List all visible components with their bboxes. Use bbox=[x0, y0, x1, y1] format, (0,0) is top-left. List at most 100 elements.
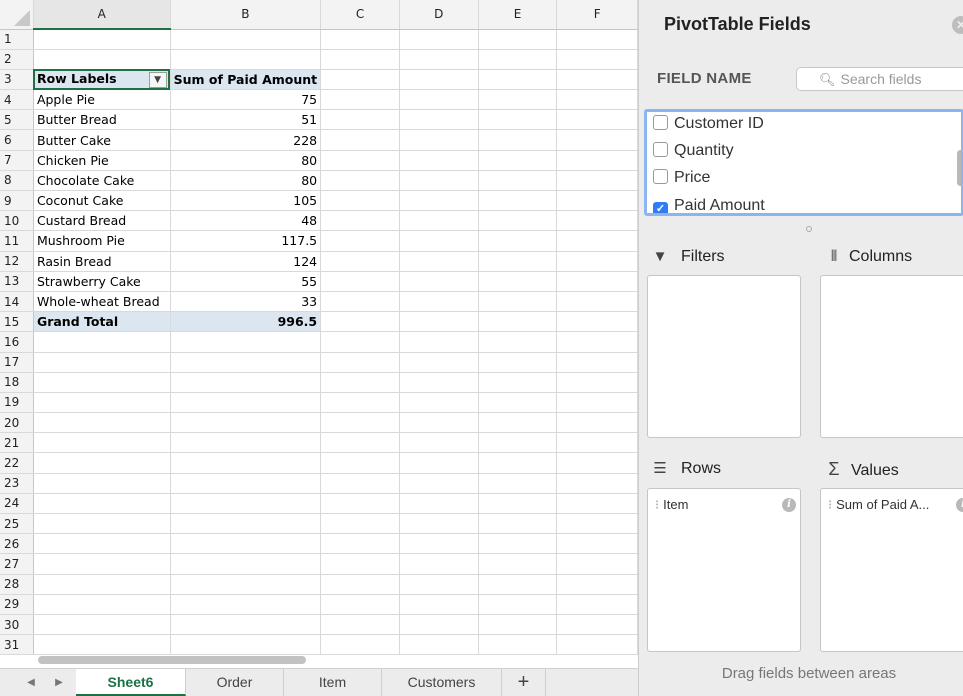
info-icon[interactable]: i bbox=[956, 498, 963, 512]
cell-f31[interactable] bbox=[556, 634, 638, 656]
cell-c27[interactable] bbox=[320, 553, 400, 575]
cell-e24[interactable] bbox=[478, 493, 558, 515]
spreadsheet-grid[interactable]: A B C D E F 1 2 3 ▼ Row Labels Sum of Paid Am… bbox=[0, 0, 638, 668]
cell-e23[interactable] bbox=[478, 473, 558, 494]
cell-f4[interactable] bbox=[556, 89, 638, 111]
field-list[interactable]: Customer ID Quantity Price ✓ Paid Amount bbox=[644, 109, 963, 216]
row-header-23[interactable]: 23 bbox=[0, 473, 34, 494]
sheet-tab-sheet6[interactable]: Sheet6 bbox=[76, 669, 186, 696]
cell-a14[interactable]: Whole-wheat Bread bbox=[33, 291, 171, 313]
cell-c16[interactable] bbox=[320, 331, 400, 353]
cell-e26[interactable] bbox=[478, 533, 558, 555]
cell-b24[interactable] bbox=[170, 493, 322, 515]
cell-e31[interactable] bbox=[478, 634, 558, 656]
column-header-f[interactable]: F bbox=[556, 0, 638, 30]
cell-f2[interactable] bbox=[556, 49, 638, 70]
cell-e21[interactable] bbox=[478, 432, 558, 454]
checkbox-paid-amount[interactable]: ✓ bbox=[653, 202, 668, 213]
cell-e6[interactable] bbox=[478, 129, 558, 151]
checkbox-price[interactable] bbox=[653, 169, 668, 184]
columns-drop-zone[interactable] bbox=[820, 275, 963, 438]
cell-a17[interactable] bbox=[33, 352, 171, 373]
checkbox-customer-id[interactable] bbox=[653, 115, 668, 130]
cell-c12[interactable] bbox=[320, 251, 400, 272]
cell-b5[interactable]: 51 bbox=[170, 109, 322, 131]
cell-f10[interactable] bbox=[556, 210, 638, 232]
cell-b6[interactable]: 228 bbox=[170, 129, 322, 151]
cell-grid[interactable]: A B C D E F 1 2 3 ▼ Row Labels Sum of Paid Am… bbox=[0, 0, 638, 656]
row-header-10[interactable]: 10 bbox=[0, 210, 34, 232]
cell-f1[interactable] bbox=[556, 29, 638, 50]
cell-a23[interactable] bbox=[33, 473, 171, 494]
cell-a15[interactable]: Grand Total bbox=[33, 311, 171, 333]
cell-a16[interactable] bbox=[33, 331, 171, 353]
row-header-11[interactable]: 11 bbox=[0, 230, 34, 252]
cell-e29[interactable] bbox=[478, 594, 558, 615]
cell-d3[interactable] bbox=[399, 69, 479, 91]
checkbox-quantity[interactable] bbox=[653, 142, 668, 157]
cell-d25[interactable] bbox=[399, 513, 479, 535]
cell-d30[interactable] bbox=[399, 614, 479, 636]
cell-b26[interactable] bbox=[170, 533, 322, 555]
cell-d17[interactable] bbox=[399, 352, 479, 373]
row-header-9[interactable]: 9 bbox=[0, 190, 34, 212]
cell-b16[interactable] bbox=[170, 331, 322, 353]
cell-d11[interactable] bbox=[399, 230, 479, 252]
field-item-customer-id[interactable]: Customer ID bbox=[653, 113, 764, 135]
cell-b7[interactable]: 80 bbox=[170, 150, 322, 171]
cell-c28[interactable] bbox=[320, 574, 400, 595]
cell-a4[interactable]: Apple Pie bbox=[33, 89, 171, 111]
drag-handle-icon[interactable]: ⁝ bbox=[655, 497, 659, 512]
cell-f28[interactable] bbox=[556, 574, 638, 595]
cell-b28[interactable] bbox=[170, 574, 322, 595]
column-header-c[interactable]: C bbox=[320, 0, 400, 30]
cell-e10[interactable] bbox=[478, 210, 558, 232]
cell-a6[interactable]: Butter Cake bbox=[33, 129, 171, 151]
cell-c23[interactable] bbox=[320, 473, 400, 494]
triangle-left-icon[interactable]: ◀ bbox=[20, 669, 42, 696]
sheet-tab-customers[interactable]: Customers bbox=[382, 669, 502, 696]
cell-f18[interactable] bbox=[556, 372, 638, 393]
cell-b25[interactable] bbox=[170, 513, 322, 535]
cell-a8[interactable]: Chocolate Cake bbox=[33, 170, 171, 192]
cell-c26[interactable] bbox=[320, 533, 400, 555]
row-header-24[interactable]: 24 bbox=[0, 493, 34, 515]
column-header-e[interactable]: E bbox=[478, 0, 558, 30]
cell-f17[interactable] bbox=[556, 352, 638, 373]
cell-c14[interactable] bbox=[320, 291, 400, 313]
cell-a20[interactable] bbox=[33, 412, 171, 434]
cell-f3[interactable] bbox=[556, 69, 638, 91]
cell-c9[interactable] bbox=[320, 190, 400, 212]
rows-field-pill[interactable]: ⁝ Item bbox=[655, 497, 688, 513]
cell-e11[interactable] bbox=[478, 230, 558, 252]
triangle-right-icon[interactable]: ▶ bbox=[48, 669, 70, 696]
cell-f23[interactable] bbox=[556, 473, 638, 494]
cell-f24[interactable] bbox=[556, 493, 638, 515]
cell-e3[interactable] bbox=[478, 69, 558, 91]
cell-c1[interactable] bbox=[320, 29, 400, 50]
cell-d16[interactable] bbox=[399, 331, 479, 353]
cell-e19[interactable] bbox=[478, 392, 558, 414]
cell-f12[interactable] bbox=[556, 251, 638, 272]
cell-b15[interactable]: 996.5 bbox=[170, 311, 322, 333]
cell-c6[interactable] bbox=[320, 129, 400, 151]
cell-d7[interactable] bbox=[399, 150, 479, 171]
cell-c17[interactable] bbox=[320, 352, 400, 373]
horizontal-scrollbar[interactable] bbox=[38, 656, 306, 664]
row-header-13[interactable]: 13 bbox=[0, 271, 34, 292]
cell-d29[interactable] bbox=[399, 594, 479, 615]
row-header-18[interactable]: 18 bbox=[0, 372, 34, 393]
cell-e15[interactable] bbox=[478, 311, 558, 333]
cell-d19[interactable] bbox=[399, 392, 479, 414]
values-drop-zone[interactable]: ⁝ Sum of Paid A... i bbox=[820, 488, 963, 652]
cell-a22[interactable] bbox=[33, 452, 171, 474]
cell-e9[interactable] bbox=[478, 190, 558, 212]
cell-a11[interactable]: Mushroom Pie bbox=[33, 230, 171, 252]
values-field-pill[interactable]: ⁝ Sum of Paid A... bbox=[828, 497, 929, 513]
cell-f20[interactable] bbox=[556, 412, 638, 434]
row-header-17[interactable]: 17 bbox=[0, 352, 34, 373]
cell-c2[interactable] bbox=[320, 49, 400, 70]
close-icon[interactable]: ✕ bbox=[952, 16, 963, 34]
cell-f15[interactable] bbox=[556, 311, 638, 333]
filters-drop-zone[interactable] bbox=[647, 275, 801, 438]
